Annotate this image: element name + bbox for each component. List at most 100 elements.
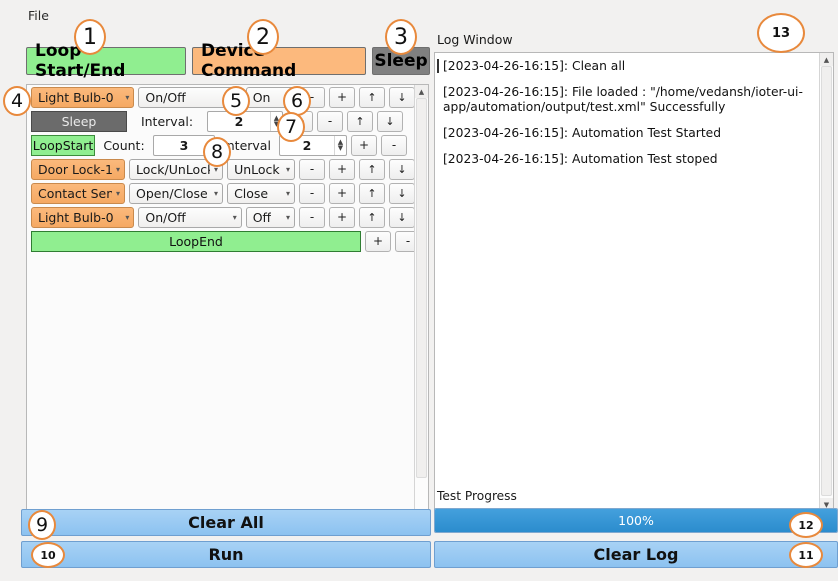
move-row-down-button[interactable]: ↓ xyxy=(389,206,415,228)
callout-marker-3: 3 xyxy=(385,19,417,55)
attribute-select-label: On/Off xyxy=(145,89,186,105)
log-lines: [2023-04-26-16:15]: Clean all [2023-04-2… xyxy=(435,53,818,178)
add-row-button[interactable]: + xyxy=(329,206,355,228)
move-row-up-button[interactable]: ↑ xyxy=(359,158,385,180)
device-select[interactable]: Light Bulb-0 ▾ xyxy=(31,206,135,228)
chevron-down-icon: ▾ xyxy=(214,188,219,198)
chevron-down-icon: ▾ xyxy=(285,164,290,174)
log-line: [2023-04-26-16:15]: Automation Test stop… xyxy=(443,152,718,166)
device-select-label: Contact Sensor xyxy=(38,185,113,201)
remove-row-button[interactable]: - xyxy=(317,110,343,132)
add-row-button[interactable]: + xyxy=(329,158,355,180)
scrollbar-thumb[interactable] xyxy=(821,66,832,496)
callout-marker-12: 12 xyxy=(789,512,823,538)
log-line: [2023-04-26-16:15]: Clean all xyxy=(443,59,626,73)
sleep-row-label: Sleep xyxy=(31,110,127,132)
callout-marker-8: 8 xyxy=(203,137,231,167)
table-row[interactable]: Light Bulb-0 ▾ On/Off ▾ Off ▾ - + ↑ ↓ xyxy=(27,205,415,229)
value-select-label: Close xyxy=(234,185,269,201)
move-row-down-button[interactable]: ↓ xyxy=(377,110,403,132)
value-select-label: UnLock xyxy=(234,161,280,177)
remove-row-button[interactable]: - xyxy=(299,182,325,204)
loop-count-label: Count: xyxy=(103,137,145,153)
table-row[interactable]: LoopEnd + - xyxy=(27,229,421,253)
device-command-button[interactable]: Device Command xyxy=(192,41,366,81)
callout-marker-5: 5 xyxy=(222,86,250,116)
chevron-down-icon: ▾ xyxy=(125,92,130,102)
move-row-up-button[interactable]: ↑ xyxy=(359,206,385,228)
device-select[interactable]: Light Bulb-0 ▾ xyxy=(31,86,135,108)
test-progress-fill: 100% xyxy=(435,509,837,532)
value-select-label: Off xyxy=(252,209,272,225)
scroll-up-icon[interactable]: ▲ xyxy=(415,85,428,98)
spin-down-icon: ▼ xyxy=(337,144,344,152)
move-row-down-button[interactable]: ↓ xyxy=(389,86,415,108)
clear-all-button[interactable]: Clear All xyxy=(21,509,431,536)
run-button[interactable]: Run xyxy=(21,541,431,568)
table-row[interactable]: Light Bulb-0 ▾ On/Off ▾ On ▾ - + ↑ ↓ xyxy=(27,85,415,109)
move-row-up-button[interactable]: ↑ xyxy=(359,182,385,204)
attribute-select-label: Lock/UnLock xyxy=(136,161,211,177)
value-select[interactable]: Off ▾ xyxy=(245,206,295,228)
add-row-button[interactable]: + xyxy=(351,134,377,156)
test-progress-bar: 100% xyxy=(434,508,838,533)
log-scrollbar[interactable]: ▲ ▼ xyxy=(819,53,833,511)
scrollbar-track[interactable] xyxy=(820,66,833,498)
test-progress-value: 100% xyxy=(618,513,654,528)
move-row-down-button[interactable]: ↓ xyxy=(389,182,415,204)
clear-log-button[interactable]: Clear Log xyxy=(434,541,838,568)
device-select-label: Light Bulb-0 xyxy=(38,209,114,225)
log-line: [2023-04-26-16:15]: File loaded : "/home… xyxy=(443,85,803,114)
callout-marker-9: 9 xyxy=(28,510,56,540)
command-rows: Light Bulb-0 ▾ On/Off ▾ On ▾ - + ↑ ↓ xyxy=(27,85,421,253)
scroll-up-icon[interactable]: ▲ xyxy=(820,53,833,66)
attribute-select[interactable]: Open/Close ▾ xyxy=(129,182,224,204)
add-row-button[interactable]: + xyxy=(365,230,391,252)
table-row[interactable]: Sleep Interval: 2 ▲ ▼ + - ↑ ↓ xyxy=(27,109,415,133)
add-row-button[interactable]: + xyxy=(329,182,355,204)
remove-row-button[interactable]: - xyxy=(299,158,325,180)
move-row-up-button[interactable]: ↑ xyxy=(359,86,385,108)
menu-bar: File xyxy=(21,6,838,26)
callout-marker-1: 1 xyxy=(74,19,106,55)
sleep-interval-input[interactable]: 2 ▲ ▼ xyxy=(207,110,283,132)
menu-item-file[interactable]: File xyxy=(21,6,56,26)
right-action-bar: Test Progress 100% Clear Log xyxy=(434,489,838,575)
callout-marker-2: 2 xyxy=(247,19,279,55)
stepper-icon[interactable]: ▲ ▼ xyxy=(334,135,346,155)
attribute-select[interactable]: On/Off ▾ xyxy=(138,206,242,228)
test-progress-label: Test Progress xyxy=(437,489,517,503)
add-row-button[interactable]: + xyxy=(329,86,355,108)
value-select[interactable]: UnLock ▾ xyxy=(227,158,295,180)
move-row-up-button[interactable]: ↑ xyxy=(347,110,373,132)
log-window-title: Log Window xyxy=(437,32,513,47)
loop-start-label: LoopStart xyxy=(31,134,95,156)
chevron-down-icon: ▾ xyxy=(232,212,237,222)
loop-start-end-button[interactable]: Loop Start/End xyxy=(26,41,186,81)
scrollbar-track[interactable] xyxy=(415,98,428,510)
callout-marker-13: 13 xyxy=(757,13,805,53)
device-select-label: Light Bulb-0 xyxy=(38,89,114,105)
remove-row-button[interactable]: - xyxy=(299,206,325,228)
chevron-down-icon: ▾ xyxy=(285,212,290,222)
left-action-bar: Clear All Run xyxy=(21,509,431,575)
scrollbar-thumb[interactable] xyxy=(416,98,427,478)
interval-label: Interval: xyxy=(140,113,194,129)
application-window: File Loop Start/End Device Command Sleep… xyxy=(0,0,838,581)
device-select[interactable]: Contact Sensor ▾ xyxy=(31,182,126,204)
move-row-down-button[interactable]: ↓ xyxy=(389,158,415,180)
attribute-select-label: On/Off xyxy=(145,209,186,225)
table-row[interactable]: Contact Sensor ▾ Open/Close ▾ Close ▾ - … xyxy=(27,181,415,205)
command-list-scrollbar[interactable]: ▲ ▼ xyxy=(414,85,428,523)
attribute-select-label: Open/Close xyxy=(136,185,208,201)
device-select[interactable]: Door Lock-1 ▾ xyxy=(31,158,126,180)
callout-marker-7: 7 xyxy=(277,112,305,142)
value-select[interactable]: Close ▾ xyxy=(227,182,295,204)
log-panel: Log Window [2023-04-26-16:15]: Clean all… xyxy=(434,27,838,512)
chevron-down-icon: ▾ xyxy=(116,164,121,174)
log-output[interactable]: [2023-04-26-16:15]: Clean all [2023-04-2… xyxy=(434,52,834,512)
chevron-down-icon: ▾ xyxy=(116,188,121,198)
sleep-interval-value: 2 xyxy=(234,113,244,129)
remove-row-button[interactable]: - xyxy=(381,134,407,156)
device-select-label: Door Lock-1 xyxy=(38,161,113,177)
